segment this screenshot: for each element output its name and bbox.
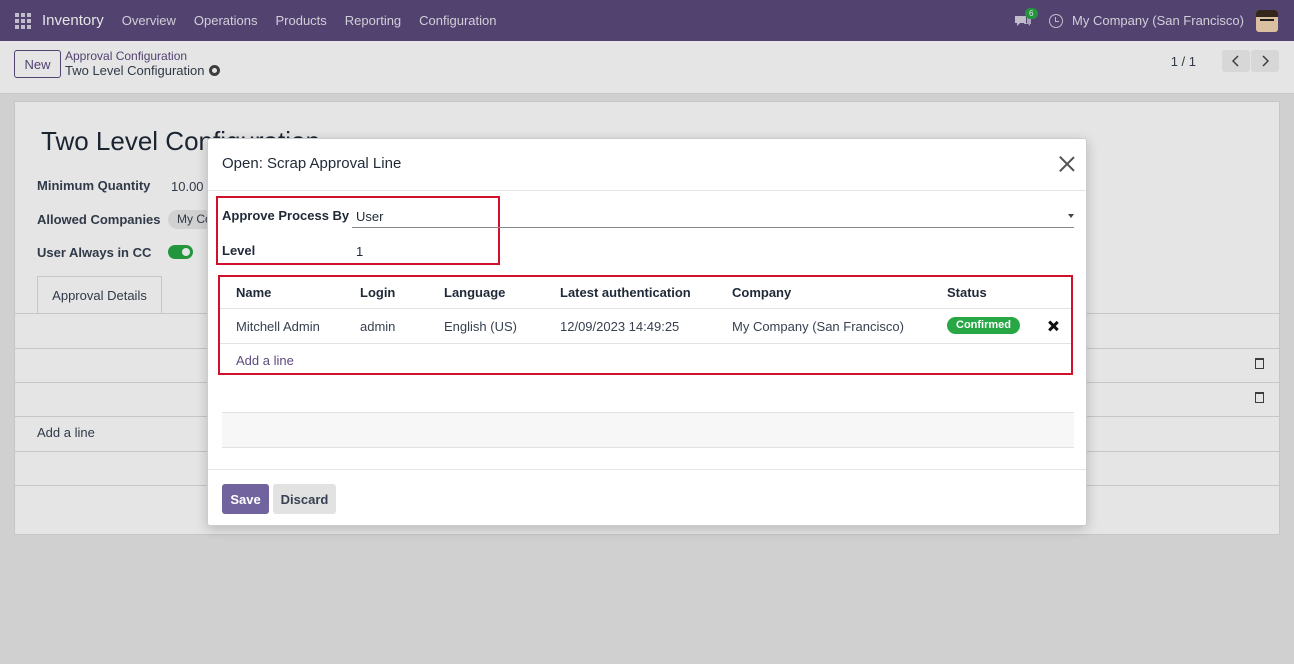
col-header-login[interactable]: Login: [360, 285, 395, 300]
level-input[interactable]: 1: [356, 244, 363, 259]
modal-header: Open: Scrap Approval Line: [208, 139, 1086, 191]
col-header-company[interactable]: Company: [732, 285, 791, 300]
cell-name[interactable]: Mitchell Admin: [236, 319, 320, 334]
modal-title: Open: Scrap Approval Line: [222, 155, 402, 172]
add-line-link[interactable]: Add a line: [236, 353, 294, 368]
save-button[interactable]: Save: [222, 484, 269, 514]
close-icon[interactable]: [1059, 156, 1075, 172]
col-header-language[interactable]: Language: [444, 285, 505, 300]
col-header-name[interactable]: Name: [236, 285, 271, 300]
cell-login[interactable]: admin: [360, 319, 395, 334]
scrap-approval-line-dialog: Open: Scrap Approval Line Approve Proces…: [207, 138, 1087, 526]
cell-company[interactable]: My Company (San Francisco): [732, 319, 904, 334]
cell-language[interactable]: English (US): [444, 319, 517, 334]
level-label: Level: [222, 243, 256, 258]
status-badge: Confirmed: [947, 317, 1020, 334]
col-header-status[interactable]: Status: [947, 285, 987, 300]
caret-down-icon: [1068, 214, 1074, 218]
modal-footer: Save Discard: [208, 469, 1086, 526]
remove-row-icon[interactable]: [1048, 321, 1058, 331]
header-divider: [220, 308, 1071, 309]
empty-list-row: [222, 412, 1074, 448]
approve-by-value: User: [356, 209, 384, 224]
row-divider: [220, 343, 1071, 344]
cell-latest-auth[interactable]: 12/09/2023 14:49:25: [560, 319, 679, 334]
approve-by-select[interactable]: User: [352, 204, 1074, 228]
discard-button[interactable]: Discard: [273, 484, 336, 514]
col-header-latest-auth[interactable]: Latest authentication: [560, 285, 691, 300]
approve-by-label: Approve Process By: [222, 208, 350, 223]
